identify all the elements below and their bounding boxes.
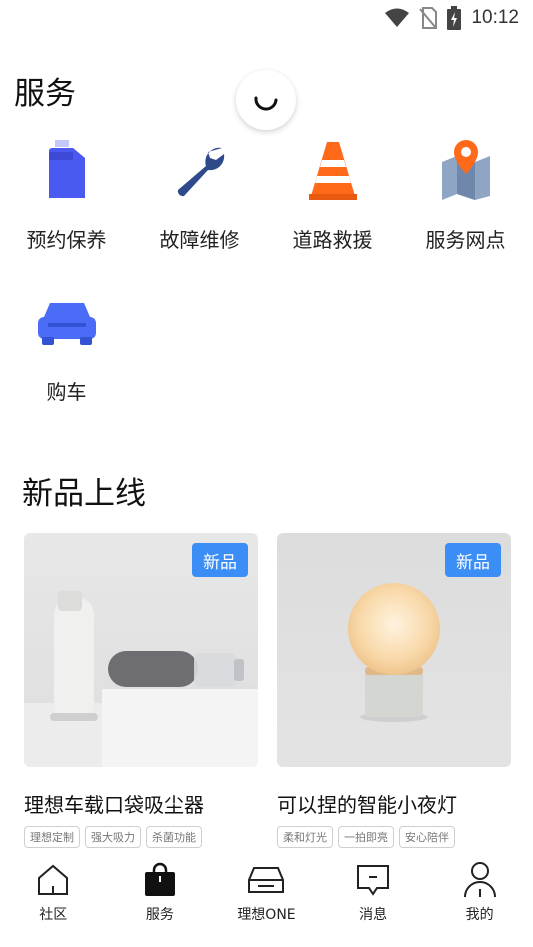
tab-label: 消息: [359, 907, 388, 923]
spinner-icon: [254, 96, 278, 111]
car-icon: [37, 292, 97, 352]
home-icon: [33, 860, 73, 900]
service-roadside-assistance[interactable]: 道路救援: [266, 140, 399, 253]
service-buy-car[interactable]: 购车: [0, 292, 133, 405]
battery-charging-icon: [447, 6, 462, 30]
map-pin-icon: [436, 140, 496, 200]
service-label: 道路救援: [292, 228, 373, 252]
service-label: 故障维修: [159, 228, 240, 252]
status-time: 10:12: [471, 7, 519, 28]
no-sim-icon: [419, 7, 438, 29]
product-tag: 理想定制: [24, 826, 80, 848]
service-repair[interactable]: 故障维修: [133, 140, 266, 253]
product-tag: 强大吸力: [85, 826, 141, 848]
car-outline-icon: [246, 860, 286, 900]
tab-label: 我的: [465, 907, 494, 923]
message-icon: [353, 860, 393, 900]
service-label: 服务网点: [425, 228, 506, 252]
tab-profile[interactable]: 我的: [426, 850, 533, 947]
service-label: 预约保养: [26, 228, 107, 252]
tab-messages[interactable]: 消息: [320, 850, 427, 947]
service-outlets[interactable]: 服务网点: [399, 140, 532, 253]
tab-label: 理想ONE: [237, 907, 296, 923]
oil-can-icon: [37, 140, 97, 200]
product-tag: 柔和灯光: [277, 826, 333, 848]
tab-service[interactable]: 服务: [107, 850, 214, 947]
service-label: 购车: [46, 380, 87, 404]
product-card-vacuum[interactable]: 新品 理想车载口袋吸尘器 理想定制 强大吸力 杀菌功能: [24, 533, 258, 848]
loading-spinner: [236, 70, 296, 130]
page-title: 服务: [14, 76, 76, 112]
new-badge: 新品: [192, 543, 248, 577]
bag-icon: [140, 860, 180, 900]
product-image: 新品: [24, 533, 258, 767]
product-name: 理想车载口袋吸尘器: [24, 793, 204, 817]
bottom-tab-bar: 社区 服务 理想ONE 消息 我的: [0, 850, 533, 947]
tab-label: 服务: [145, 907, 174, 923]
product-tags: 理想定制 强大吸力 杀菌功能: [24, 826, 258, 848]
product-tags: 柔和灯光 一拍即亮 安心陪伴: [277, 826, 511, 848]
new-products-title: 新品上线: [22, 476, 146, 512]
new-badge: 新品: [445, 543, 501, 577]
wifi-icon: [385, 8, 410, 27]
tab-community[interactable]: 社区: [0, 850, 107, 947]
tab-li-one[interactable]: 理想ONE: [213, 850, 320, 947]
product-card-night-light[interactable]: 新品 可以捏的智能小夜灯 柔和灯光 一拍即亮 安心陪伴: [277, 533, 511, 848]
product-image: 新品: [277, 533, 511, 767]
traffic-cone-icon: [303, 140, 363, 200]
product-tag: 一拍即亮: [338, 826, 394, 848]
service-maintenance[interactable]: 预约保养: [0, 140, 133, 253]
product-tag: 杀菌功能: [146, 826, 202, 848]
product-name: 可以捏的智能小夜灯: [277, 793, 457, 817]
status-bar: 10:12: [0, 0, 533, 36]
tab-label: 社区: [39, 907, 68, 923]
person-icon: [460, 860, 500, 900]
wrench-icon: [170, 140, 230, 200]
product-tag: 安心陪伴: [399, 826, 455, 848]
